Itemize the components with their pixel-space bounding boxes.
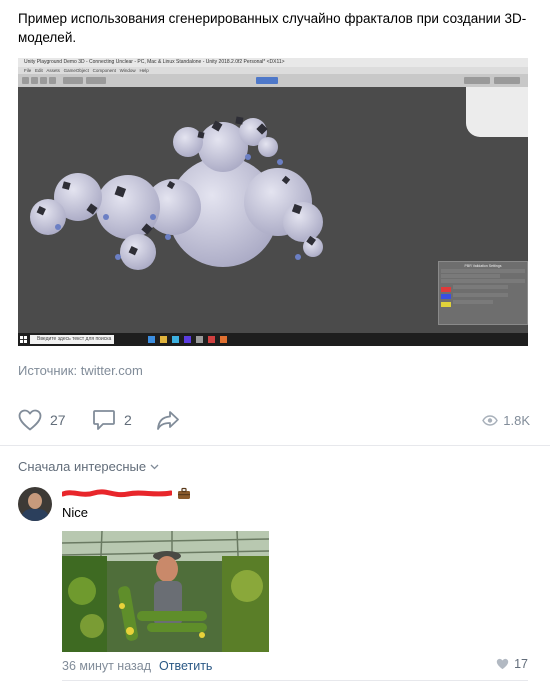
sort-label: Сначала интересные [18, 459, 147, 474]
pivot-toggle [63, 77, 83, 84]
scale-tool-icon [49, 77, 56, 84]
heart-icon [496, 658, 509, 670]
taskbar-search: Введите здесь текст для поиска [30, 335, 114, 344]
vs-icon [184, 336, 191, 343]
swatch-yellow [441, 301, 451, 307]
store-icon [172, 336, 179, 343]
play-button-icon [256, 77, 278, 84]
layout-dropdown [494, 77, 520, 84]
window-menu: File Edit Assets GameObject Component Wi… [18, 67, 528, 74]
like-count: 27 [50, 412, 66, 428]
share-icon [157, 411, 179, 430]
menu-item: GameObject [63, 68, 89, 73]
eye-icon [482, 414, 499, 426]
comment-count: 2 [124, 412, 132, 428]
scene-view: PBR Validation Settings [18, 87, 528, 333]
hand-tool-icon [22, 77, 29, 84]
share-button[interactable] [156, 408, 180, 432]
unity-toolbar [18, 74, 528, 87]
panel-title: PBR Validation Settings [464, 264, 502, 268]
post-video[interactable]: Unity Playground Demo 3D - Connecting Un… [18, 58, 528, 346]
explorer-icon [160, 336, 167, 343]
greenhouse-photo [62, 531, 269, 652]
chevron-down-icon [150, 464, 159, 469]
layers-dropdown [464, 77, 490, 84]
taskview-icon [148, 336, 155, 343]
unity-icon [196, 336, 203, 343]
views-count: 1.8K [503, 412, 530, 428]
menu-item: Help [139, 68, 149, 73]
menu-item: Edit [35, 68, 43, 73]
comment-icon [93, 410, 115, 430]
briefcase-icon [178, 487, 190, 499]
move-tool-icon [31, 77, 38, 84]
swatch-red [441, 286, 451, 292]
comments-sort-dropdown[interactable]: Сначала интересные [18, 459, 159, 474]
reply-button[interactable]: Ответить [159, 659, 212, 673]
comment-like-button[interactable]: 17 [496, 657, 528, 671]
post-text: Пример использования сгенерированных слу… [18, 11, 527, 45]
comment-like-count: 17 [514, 657, 528, 671]
menu-item: Component [92, 68, 116, 73]
post-source[interactable]: Источник: twitter.com [18, 363, 143, 378]
author-name-redacted[interactable] [62, 488, 172, 500]
app-icon [208, 336, 215, 343]
comment-text: Nice [62, 505, 89, 520]
like-button[interactable]: 27 [18, 408, 66, 432]
windows-start-icon [20, 336, 27, 343]
views-counter: 1.8K [482, 408, 530, 432]
comment-button[interactable]: 2 [92, 408, 132, 432]
divider [0, 445, 550, 446]
windows-taskbar: Введите здесь текст для поиска [18, 333, 528, 346]
comment-time[interactable]: 36 минут назад [62, 659, 151, 673]
divider [62, 680, 528, 681]
comment-photo[interactable] [62, 531, 269, 652]
menu-item: File [24, 68, 32, 73]
heart-icon [18, 409, 42, 431]
comment-meta: 36 минут назад Ответить [62, 659, 212, 673]
post-actions: 27 2 1.8K [18, 408, 530, 432]
window-title: Unity Playground Demo 3D - Connecting Un… [18, 58, 528, 67]
rotate-tool-icon [40, 77, 47, 84]
avatar[interactable] [18, 487, 52, 521]
scene-gizmo [466, 87, 528, 137]
app-icon [220, 336, 227, 343]
global-toggle [86, 77, 106, 84]
menu-item: Assets [46, 68, 60, 73]
pbr-validation-panel: PBR Validation Settings [438, 261, 528, 325]
menu-item: Window [119, 68, 136, 73]
